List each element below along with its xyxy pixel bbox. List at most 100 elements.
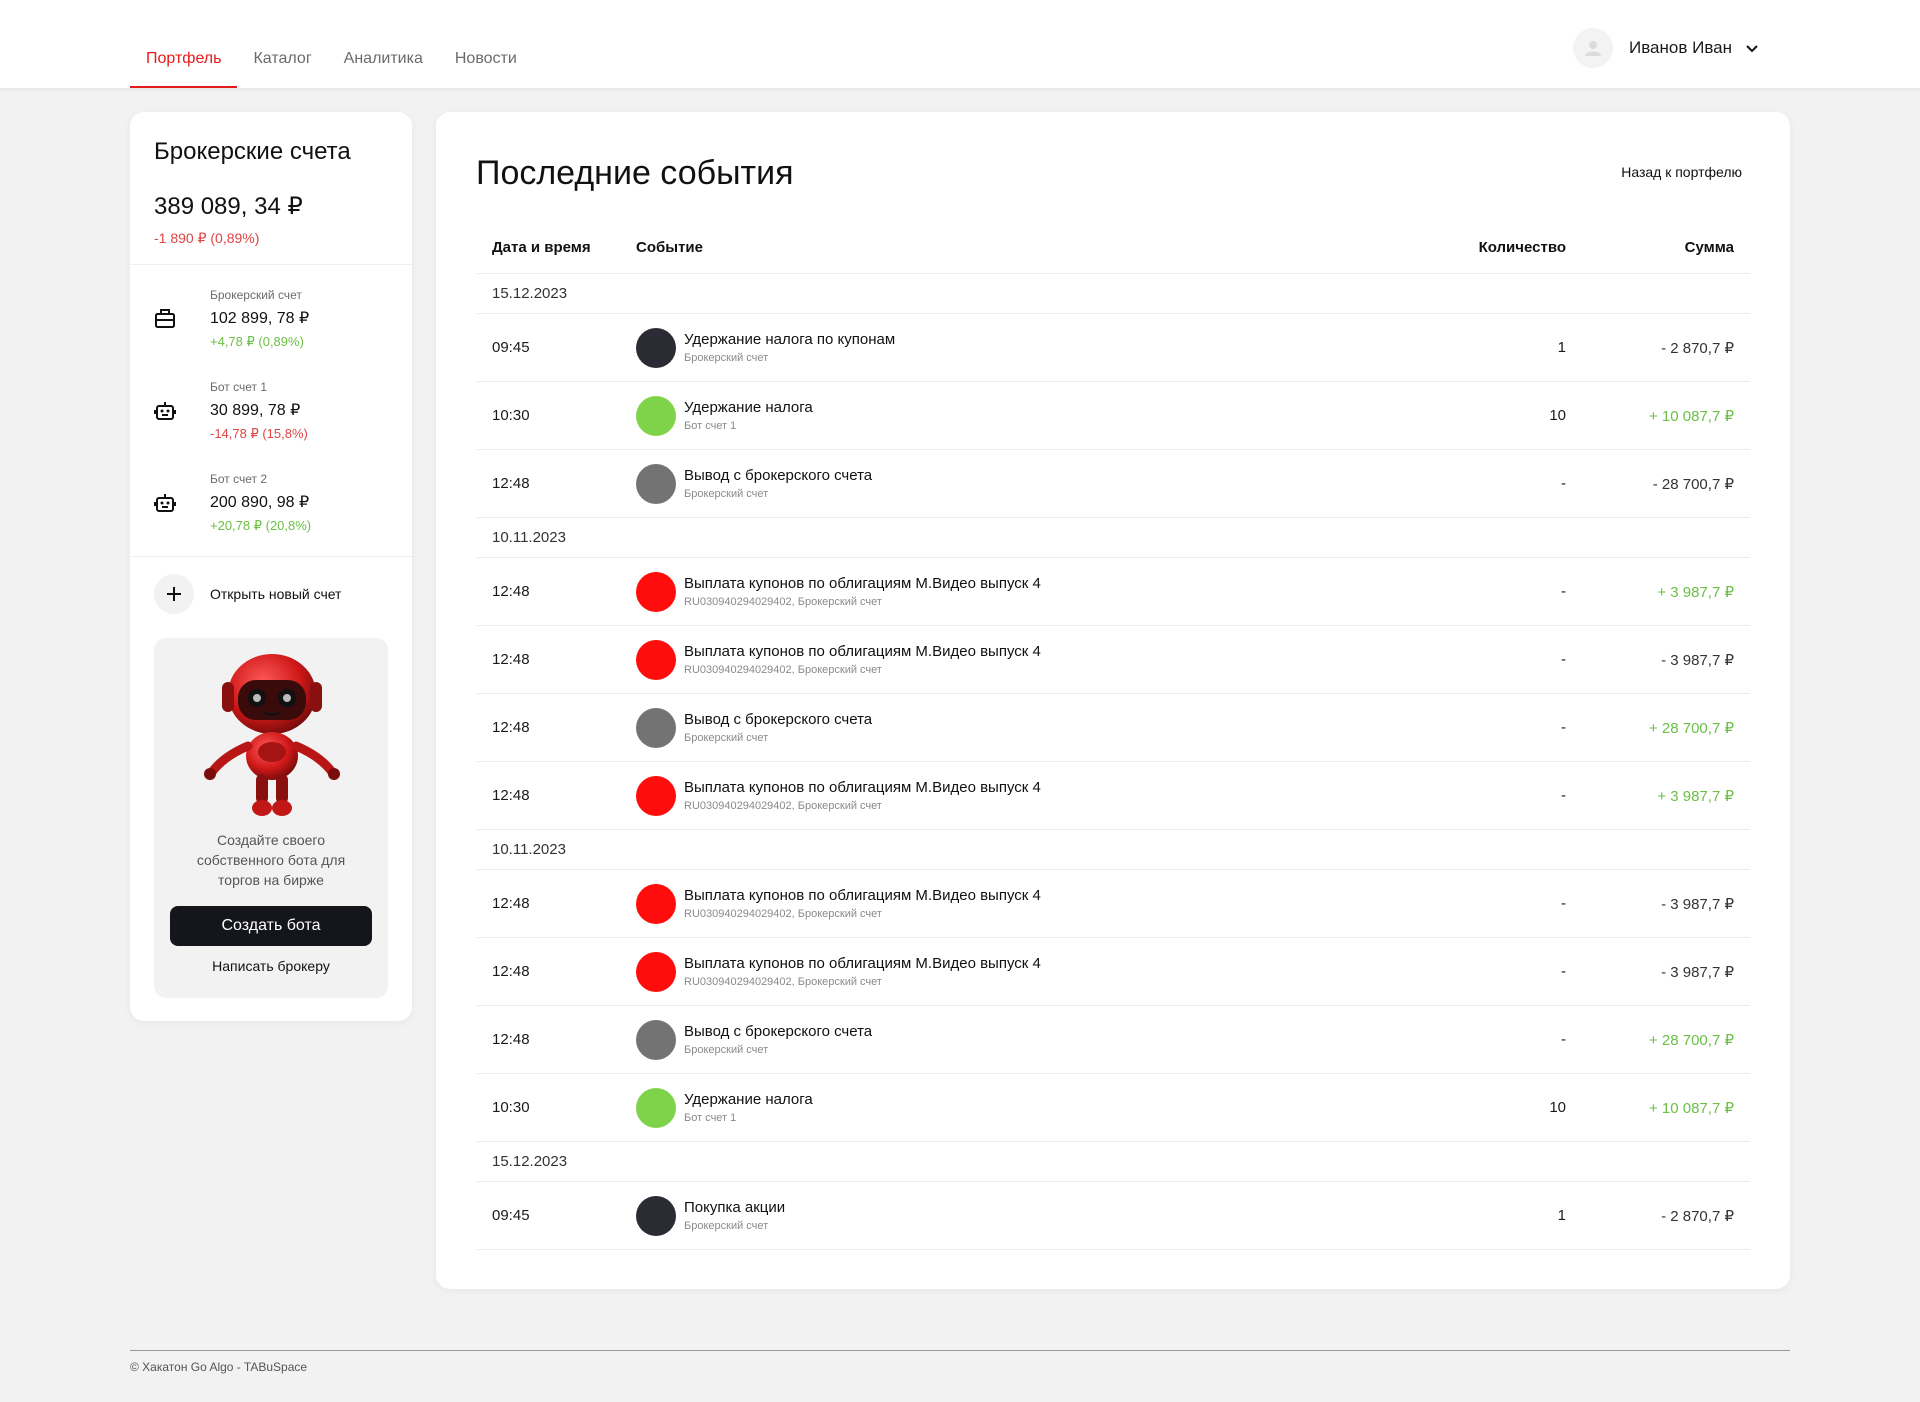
event-sum: + 10 087,7 ₽ [1648,1099,1734,1117]
event-cell: Вывод с брокерского счета Брокерский счет [636,707,1316,748]
event-subtitle: Бот счет 1 [684,420,737,432]
event-avatar-icon [636,1019,676,1060]
event-quantity: - [1561,1031,1566,1048]
event-time: 09:45 [492,339,530,356]
column-header-qty[interactable]: Количество [1316,239,1566,256]
avatar[interactable] [1572,28,1613,68]
event-subtitle: Брокерский счет [684,352,769,364]
event-time: 12:48 [492,787,530,804]
back-to-portfolio-link[interactable]: Назад к портфелю [1621,164,1742,180]
nav-tab-portfolio[interactable]: Портфель [130,0,238,88]
event-cell: Вывод с брокерского счета Брокерский счет [636,1019,1316,1060]
chevron-down-icon[interactable] [1744,40,1760,56]
event-subtitle: RU030940294029402, Брокерский счет [684,664,882,676]
column-header-time[interactable]: Дата и время [476,239,636,256]
table-row[interactable]: 09:45 Покупка акции Брокерский счет 1 - 2 87… [476,1182,1750,1250]
event-subtitle: RU030940294029402, Брокерский счет [684,976,882,988]
robot-illustration [204,654,340,816]
event-time: 09:45 [492,1207,530,1224]
event-time: 10:30 [492,1099,530,1116]
account-label: Брокерский счет [210,288,302,302]
account-value: 30 899, 78 ₽ [210,402,301,419]
nav-tab-catalog[interactable]: Каталог [237,0,327,88]
date-group-row: 10.11.2023 [476,830,1750,870]
table-row[interactable]: 12:48 Вывод с брокерского счета Брокерский… [476,1006,1750,1074]
promo-text: Создайте своего собственного бота для то… [196,832,346,888]
account-broker[interactable]: Брокерский счет 102 899, 78 ₽ +4,78 ₽ (0… [154,288,394,368]
account-label: Бот счет 1 [210,380,268,394]
column-header-event[interactable]: Событие [636,239,1316,256]
event-cell: Покупка акции Брокерский счет [636,1195,1316,1236]
event-subtitle: RU030940294029402, Брокерский счет [684,908,882,920]
event-avatar-icon [636,707,676,748]
bot-promo-card: Создайте своего собственного бота для то… [154,638,388,998]
table-row[interactable]: 09:45 Удержание налога по купонам Брокерск… [476,314,1750,382]
open-account-button[interactable]: Открыть новый счет [154,574,341,614]
table-body: 15.12.2023 09:45 Удержание налога по купон… [476,274,1750,1250]
event-name: Вывод с брокерского счета [684,467,873,484]
event-cell: Выплата купонов по облигациям М.Видео вы… [636,571,1316,612]
divider [130,556,412,557]
event-sum: + 28 700,7 ₽ [1648,719,1734,737]
event-time: 12:48 [492,719,530,736]
write-broker-link[interactable]: Написать брокеру [154,958,388,974]
table-row[interactable]: 10:30 Удержание налога Бот счет 1 10 + 10 08… [476,1074,1750,1142]
user-menu[interactable]: Иванов Иван [1572,28,1760,68]
event-avatar-icon [636,639,676,680]
event-sum: - 28 700,7 ₽ [1652,475,1734,493]
nav-tab-news[interactable]: Новости [439,0,533,88]
account-bot-2[interactable]: Бот счет 2 200 890, 98 ₽ +20,78 ₽ (20,8%… [154,472,394,552]
event-cell: Удержание налога Бот счет 1 [636,395,1316,436]
account-bot-1[interactable]: Бот счет 1 30 899, 78 ₽ -14,78 ₽ (15,8%) [154,380,394,460]
briefcase-icon [155,309,175,328]
event-quantity: - [1561,787,1566,804]
event-cell: Удержание налога по купонам Брокерский сч… [636,327,1316,368]
event-subtitle: RU030940294029402, Брокерский счет [684,596,882,608]
robot-icon [154,494,176,512]
event-quantity: 10 [1549,1099,1566,1116]
event-name: Выплата купонов по облигациям М.Видео вы… [684,779,1041,796]
date-group-row: 15.12.2023 [476,274,1750,314]
event-time: 10:30 [492,407,530,424]
event-sum: + 28 700,7 ₽ [1648,1031,1734,1049]
account-change: +20,78 ₽ (20,8%) [210,518,312,533]
event-subtitle: Брокерский счет [684,488,769,500]
user-name[interactable]: Иванов Иван [1629,38,1732,58]
table-row[interactable]: 12:48 Вывод с брокерского счета Брокерский… [476,450,1750,518]
table-row[interactable]: 12:48 Выплата купонов по облигациям М.Вид… [476,558,1750,626]
table-row[interactable]: 12:48 Выплата купонов по облигациям М.Вид… [476,938,1750,1006]
event-quantity: 1 [1557,339,1566,356]
table-row[interactable]: 12:48 Выплата купонов по облигациям М.Вид… [476,626,1750,694]
event-sum: - 3 987,7 ₽ [1661,963,1734,981]
create-bot-button[interactable]: Создать бота [170,906,372,946]
event-time: 12:48 [492,583,530,600]
event-quantity: - [1561,475,1566,492]
event-name: Удержание налога [684,1091,813,1108]
event-quantity: - [1561,583,1566,600]
event-avatar-icon [636,463,676,504]
event-cell: Удержание налога Бот счет 1 [636,1087,1316,1128]
column-header-sum[interactable]: Сумма [1566,239,1750,256]
event-cell: Выплата купонов по облигациям М.Видео вы… [636,775,1316,816]
accounts-sidebar: Брокерские счета 389 089, 34 ₽ -1 890 ₽ … [130,112,412,1021]
events-panel: Последние события Назад к портфелю Дата … [436,112,1790,1289]
event-cell: Выплата купонов по облигациям М.Видео вы… [636,951,1316,992]
event-avatar-icon [636,951,676,992]
event-name: Вывод с брокерского счета [684,1023,873,1040]
table-row[interactable]: 10:30 Удержание налога Бот счет 1 10 + 10 08… [476,382,1750,450]
event-time: 12:48 [492,475,530,492]
open-account-label[interactable]: Открыть новый счет [210,586,341,602]
table-row[interactable]: 12:48 Выплата купонов по облигациям М.Вид… [476,762,1750,830]
event-sum: - 2 870,7 ₽ [1661,339,1734,357]
table-row[interactable]: 12:48 Вывод с брокерского счета Брокерский… [476,694,1750,762]
table-row[interactable]: 12:48 Выплата купонов по облигациям М.Вид… [476,870,1750,938]
plus-icon[interactable] [154,574,194,614]
account-change: +4,78 ₽ (0,89%) [210,334,304,349]
event-avatar-icon [636,1087,676,1128]
event-name: Выплата купонов по облигациям М.Видео вы… [684,887,1041,904]
event-time: 12:48 [492,1031,530,1048]
table-header: Дата и время Событие Количество Сумма [476,222,1750,274]
nav-tab-analytics[interactable]: Аналитика [328,0,439,88]
event-name: Покупка акции [684,1199,786,1216]
event-subtitle: Брокерский счет [684,1220,769,1232]
